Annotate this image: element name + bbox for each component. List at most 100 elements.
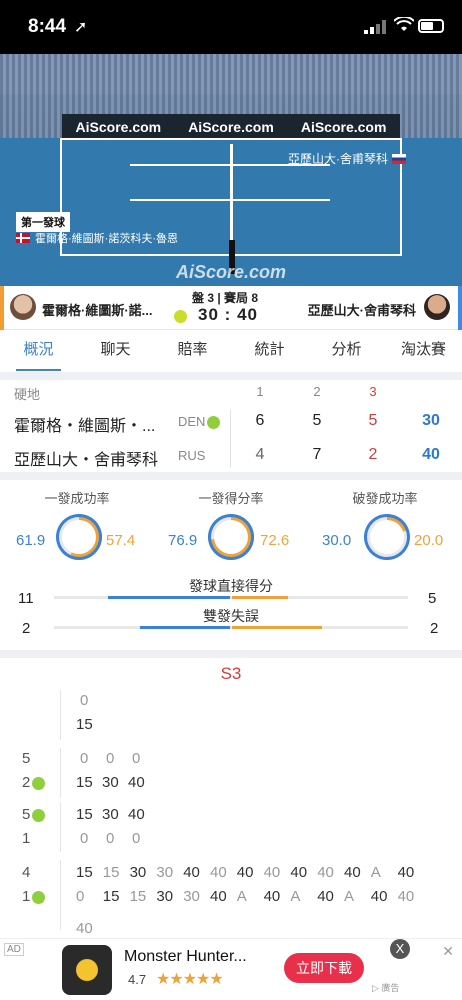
point-score: 0 — [132, 830, 141, 847]
tab-odds[interactable]: 賠率 — [154, 330, 231, 373]
point-score: 40 — [236, 864, 254, 881]
stat-right-value: 72.6 — [260, 532, 290, 549]
point-score: A — [370, 864, 381, 881]
country-code: RUS — [178, 448, 206, 463]
point-score: 40 — [76, 920, 93, 937]
serving-check-icon — [32, 808, 46, 822]
tennis-ball-icon — [174, 310, 187, 323]
stat-left-value: 30.0 — [322, 532, 352, 549]
point-score: 40 — [397, 864, 415, 881]
ad-tag: AD — [4, 943, 24, 956]
point-score: 30 — [183, 888, 200, 905]
status-bar: 8:44 ➚ — [0, 0, 462, 54]
bar-right-value: 2 — [430, 620, 439, 637]
left-player-name[interactable]: 霍爾格·維圖斯·諾... — [42, 300, 153, 319]
divider — [60, 748, 61, 798]
point-score: 0 — [80, 830, 89, 847]
score-right: 40 — [237, 305, 258, 324]
bar-fill-left — [140, 626, 230, 629]
point-score: 40 — [290, 864, 308, 881]
set-game-indicator: 盤 3 | 賽局 8 — [192, 291, 259, 305]
point-score: A — [290, 888, 301, 905]
point-score: 40 — [344, 864, 361, 881]
star-rating-icon: ★★★★★ — [156, 971, 224, 988]
player-name: 亞歷山大・舍甫琴科 — [14, 452, 159, 469]
signal-icon — [364, 20, 386, 34]
point-score: 40 — [263, 864, 281, 881]
point-score: 0 — [80, 750, 89, 767]
ad-dismiss-icon[interactable]: ✕ — [442, 943, 454, 960]
game-count: 4 — [22, 864, 31, 881]
left-player-avatar[interactable] — [10, 294, 36, 320]
download-button[interactable]: 立即下載 — [284, 953, 364, 983]
point-score: 15 — [129, 888, 147, 905]
tab-analysis[interactable]: 分析 — [308, 330, 385, 373]
game-count: 1 — [22, 888, 46, 905]
point-score: 15 — [76, 806, 93, 823]
game-count: 2 — [22, 774, 46, 791]
adchoices-label[interactable]: ▷ 廣告 — [372, 981, 399, 994]
point-score: 0 — [106, 750, 115, 767]
stat-left-value: 76.9 — [168, 532, 198, 549]
bar-fill-left — [108, 596, 230, 599]
table-row: 霍爾格・維圖斯・... DEN 6 5 5 30 — [0, 406, 462, 438]
bar-track — [54, 596, 408, 599]
point-score: 40 — [317, 864, 334, 881]
point-score: 15 — [102, 888, 120, 905]
ad-title[interactable]: Monster Hunter... — [124, 948, 247, 966]
point-score: 30 — [102, 774, 119, 791]
game-count: 5 — [22, 806, 46, 823]
banner-text: AiScore.com — [75, 119, 162, 135]
bar-fill-right — [232, 596, 288, 599]
section-divider — [0, 372, 462, 380]
right-accent — [458, 286, 462, 330]
bar-fill-right — [232, 626, 322, 629]
bar-left-value: 2 — [22, 620, 31, 637]
left-accent — [0, 286, 4, 330]
serving-check-icon — [32, 890, 46, 904]
ad-close-button[interactable]: X — [390, 939, 410, 959]
bar-track — [54, 626, 408, 629]
point-score: 40 — [210, 888, 227, 905]
stat-right-value: 20.0 — [414, 532, 444, 549]
sponsor-banner: AiScore.com AiScore.com AiScore.com — [62, 114, 400, 140]
point-score: A — [344, 888, 355, 905]
right-player-name[interactable]: 亞歷山大·舍甫琴科 — [308, 300, 416, 319]
point-score: 30 — [156, 888, 174, 905]
tab-overview[interactable]: 概況 — [0, 330, 77, 373]
tab-knockout[interactable]: 淘汰賽 — [385, 330, 462, 373]
app-icon[interactable] — [62, 945, 112, 995]
stat-title: 一發得分率 — [198, 491, 264, 506]
set-score: 4 — [255, 446, 265, 463]
set-score: 2 — [368, 446, 378, 463]
section-divider — [0, 650, 462, 658]
wifi-icon — [394, 17, 414, 31]
set-header: 3 — [369, 384, 377, 399]
current-game-score: 30 : 40 — [198, 305, 258, 325]
set-score-table: 硬地 1 2 3 霍爾格・維圖斯・... DEN 6 5 5 30 亞歷山大・舍… — [0, 380, 462, 470]
stat-donut — [56, 514, 102, 560]
stat-title: 一發成功率 — [44, 491, 110, 506]
stat-right-value: 57.4 — [106, 532, 136, 549]
divider — [60, 860, 61, 930]
divider — [60, 690, 61, 740]
set-header: 2 — [313, 384, 321, 399]
tab-stats[interactable]: 統計 — [231, 330, 308, 373]
top-player-name: 亞歷山大·舍甫琴科 — [288, 152, 388, 166]
game-points: 30 — [422, 412, 440, 429]
tab-bar: 概況 聊天 賠率 統計 分析 淘汰賽 — [0, 330, 462, 374]
ad-banner[interactable]: AD Monster Hunter... 4.7 ★★★★★ 立即下載 X ✕ … — [0, 938, 462, 1000]
set-label: S3 — [220, 664, 242, 683]
right-player-avatar[interactable] — [424, 294, 450, 320]
tab-chat[interactable]: 聊天 — [77, 330, 154, 373]
point-score: 15 — [76, 864, 93, 881]
battery-icon — [418, 19, 444, 33]
bottom-player-name: 霍爾格·維圖斯·諾茨科夫·魯恩 — [35, 233, 178, 245]
bar-left-value: 11 — [18, 590, 34, 607]
section-divider — [0, 472, 462, 480]
court-visualization: AiScore.com AiScore.com AiScore.com 亞歷山大… — [0, 54, 462, 286]
point-score: 0 — [80, 692, 89, 709]
point-score: 40 — [183, 864, 200, 881]
point-score: 30 — [102, 806, 119, 823]
surface-label: 硬地 — [14, 387, 41, 402]
